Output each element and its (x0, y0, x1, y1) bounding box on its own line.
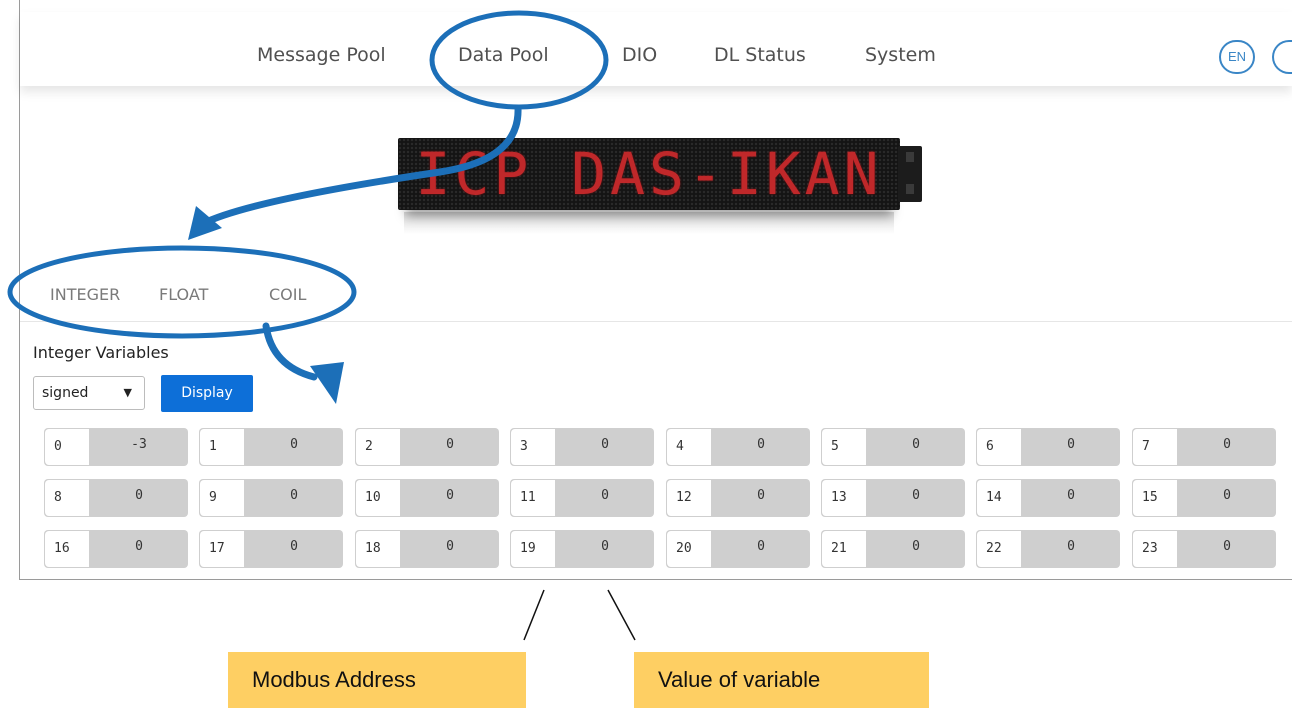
annotation-overlay (7, 10, 636, 641)
data-pool-highlight-ellipse (429, 10, 609, 110)
tabs-highlight-ellipse (7, 245, 357, 339)
modbus-address-callout: Modbus Address (228, 652, 526, 708)
arrow-head-to-tabs (188, 206, 222, 240)
curved-arrow-to-grid (262, 322, 318, 381)
arrow-head-to-grid (310, 362, 344, 404)
value-of-variable-callout: Value of variable (634, 652, 929, 708)
value-pointer-line (607, 589, 636, 641)
curved-arrow-to-tabs (198, 104, 522, 228)
modbus-address-pointer-line (523, 589, 545, 641)
